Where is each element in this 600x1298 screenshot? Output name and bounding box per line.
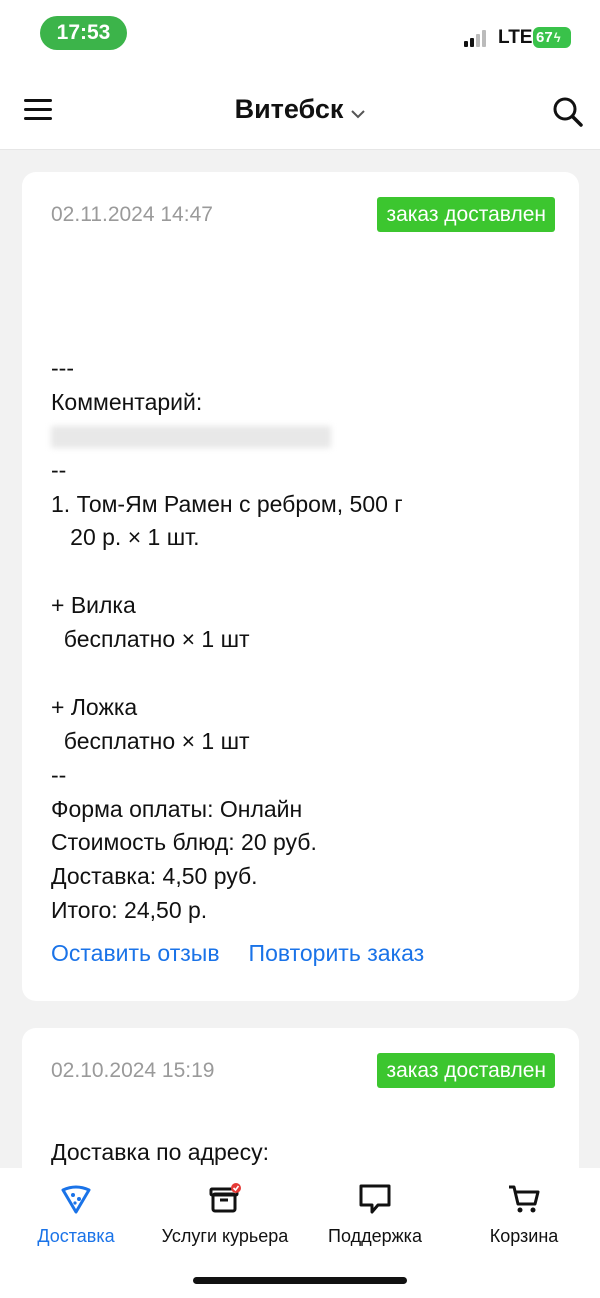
- order-line: --: [51, 761, 67, 788]
- status-time: 17:53: [40, 16, 127, 50]
- city-name: Витебск: [234, 94, 344, 124]
- order-line: Итого: 24,50 р.: [51, 897, 208, 924]
- search-icon[interactable]: [552, 96, 584, 128]
- order-line: ---: [51, 355, 74, 381]
- tab-cart[interactable]: Корзина: [484, 1182, 564, 1247]
- network-type: LTE: [498, 27, 533, 48]
- order-card: 02.11.2024 14:47 заказ доставлен --- Ком…: [22, 172, 579, 1001]
- order-line: Форма оплаты: Онлайн: [51, 795, 303, 822]
- courier-box-icon: [208, 1182, 242, 1216]
- top-nav: Витебск: [0, 72, 600, 150]
- tab-label: Услуги курьера: [161, 1226, 289, 1246]
- order-details: Доставка по адресу:: [51, 1136, 269, 1170]
- order-line: бесплатно × 1 шт: [51, 727, 250, 754]
- cart-icon: [507, 1182, 541, 1216]
- order-line: 1. Том-Ям Рамен с ребром, 500 г: [51, 490, 403, 517]
- order-line: [51, 555, 403, 589]
- status-bar: 17:53 LTE 67 ϟ: [0, 0, 600, 72]
- order-line: Доставка: 4,50 руб.: [51, 863, 258, 890]
- repeat-order-link[interactable]: Повторить заказ: [249, 940, 425, 967]
- order-line: + Вилка: [51, 592, 136, 619]
- order-date: 02.10.2024 15:19: [51, 1059, 215, 1082]
- chevron-down-icon: [351, 95, 366, 126]
- order-line: --: [51, 456, 67, 483]
- order-line: [51, 420, 403, 454]
- battery-level: 67: [536, 29, 553, 46]
- status-badge: заказ доставлен: [377, 197, 555, 232]
- tab-courier-services[interactable]: Услуги курьера: [160, 1182, 290, 1247]
- order-actions: Оставить отзыв Повторить заказ: [51, 940, 424, 967]
- city-selector[interactable]: Витебск: [0, 94, 600, 126]
- tab-label: Поддержка: [328, 1226, 422, 1246]
- tab-label: Доставка: [37, 1226, 115, 1246]
- pizza-slice-icon: [59, 1182, 93, 1216]
- tab-support[interactable]: Поддержка: [326, 1182, 424, 1247]
- order-details: --- Комментарий: -- 1. Том-Ям Рамен с ре…: [51, 352, 403, 928]
- chat-bubble-icon: [358, 1182, 392, 1216]
- status-badge: заказ доставлен: [377, 1053, 555, 1088]
- home-indicator: [193, 1277, 407, 1284]
- tab-delivery[interactable]: Доставка: [36, 1182, 116, 1247]
- order-date: 02.11.2024 14:47: [51, 203, 213, 226]
- leave-review-link[interactable]: Оставить отзыв: [51, 940, 220, 967]
- redacted-address: [51, 248, 431, 270]
- order-line: Комментарий:: [51, 388, 203, 415]
- signal-icon: [464, 30, 492, 47]
- order-line: Доставка по адресу:: [51, 1139, 269, 1165]
- order-line: 20 р. × 1 шт.: [51, 524, 200, 551]
- order-line: [51, 657, 403, 691]
- order-line: бесплатно × 1 шт: [51, 626, 250, 653]
- order-line: + Ложка: [51, 693, 138, 720]
- order-line: Стоимость блюд: 20 руб.: [51, 829, 317, 856]
- battery-icon: 67 ϟ: [533, 27, 571, 48]
- tab-label: Корзина: [489, 1226, 559, 1246]
